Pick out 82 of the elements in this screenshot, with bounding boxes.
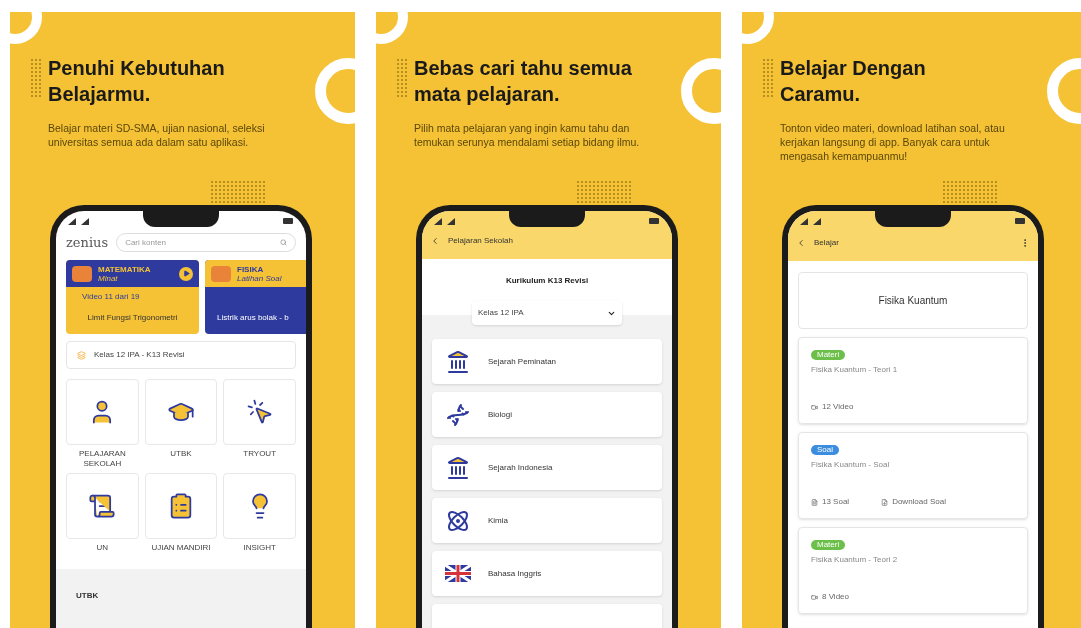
download-icon <box>881 498 889 506</box>
dna-icon <box>446 402 470 427</box>
subject-card[interactable]: Kimia <box>432 498 662 543</box>
lesson-tag: Materi <box>811 540 846 550</box>
lesson-card[interactable]: Soal Fisika Kuantum - Soal 13 Soal Download Soal <box>798 432 1028 519</box>
dot-pattern <box>30 58 42 98</box>
search-icon <box>280 239 287 246</box>
class-selector[interactable]: Kelas 12 IPA - K13 Revisi <box>66 341 296 369</box>
section-title: UTBK <box>76 591 99 600</box>
layers-icon <box>77 350 86 360</box>
header-title: Belajar <box>814 237 840 249</box>
app-logo: zenius <box>66 236 109 249</box>
banner-title: Listrik arus bolak - b <box>216 312 290 324</box>
subject-card[interactable]: Biologi <box>432 392 662 437</box>
battery-icon <box>1015 218 1026 224</box>
promo-description: Pilih mata pelajaran yang ingin kamu tahu dan temukan serunya mendalami setiap bidang ilmu. <box>414 121 641 149</box>
banner-subject: MATEMATIKA <box>98 264 152 274</box>
landmark-icon <box>446 455 470 480</box>
menu-tile[interactable] <box>223 473 296 539</box>
curriculum-title: Kurikulum K13 Revisi <box>505 275 589 287</box>
menu-label: UTBK <box>169 449 193 460</box>
play-icon <box>182 270 190 277</box>
lesson-card[interactable]: Materi Fisika Kuantum - Teori 2 8 Video <box>798 527 1028 614</box>
atom-icon <box>446 508 470 533</box>
lesson-tag: Materi <box>811 350 846 360</box>
lesson-meta: Download Soal <box>892 496 946 508</box>
dot-pattern <box>762 58 774 98</box>
subject-card[interactable]: Sejarah Indonesia <box>432 445 662 490</box>
dot-pattern <box>396 58 408 98</box>
promo-heading: Penuhi Kebutuhan Belajarmu. <box>48 56 226 107</box>
play-button[interactable] <box>179 266 193 281</box>
menu-label: TRYOUT <box>242 449 278 460</box>
promo-heading: Bebas cari tahu semua mata pelajaran. <box>414 56 633 107</box>
promo-description: Tonton video materi, download latihan soal, atau kerjakan langsung di app. Banyak cara untuk mengasah kemampuanmu! <box>780 121 1006 163</box>
banner-subject: FISIKA <box>237 264 265 274</box>
lesson-banner[interactable]: FISIKA Latihan Soal Listrik arus bolak - b <box>205 260 306 334</box>
back-icon[interactable] <box>430 236 440 246</box>
dot-pattern <box>576 180 632 204</box>
dot-pattern <box>942 180 998 204</box>
lesson-meta: 8 Video <box>822 591 849 603</box>
menu-tile[interactable] <box>66 379 139 445</box>
lesson-meta: 12 Video <box>822 401 854 413</box>
menu-label: UJIAN MANDIRI <box>150 543 212 554</box>
video-counter: Video 11 dari 19 <box>81 291 141 303</box>
battery-icon <box>649 218 660 224</box>
lesson-card[interactable]: Materi Fisika Kuantum - Teori 1 12 Video <box>798 337 1028 424</box>
lesson-banner[interactable]: MATEMATIKA Minat Video 11 dari 19 Limit Fungsi Trigonometri <box>66 260 199 334</box>
menu-tile[interactable] <box>144 379 218 445</box>
header-title: Pelajaran Sekolah <box>448 235 513 247</box>
banner-title: Limit Fungsi Trigonometri <box>86 312 179 324</box>
menu-label: UN <box>95 543 110 554</box>
subject-card[interactable]: Sejarah Peminatan <box>432 339 662 384</box>
lesson-title: Fisika Kuantum - Soal <box>811 459 891 471</box>
video-icon <box>811 593 818 601</box>
banner-tag: Latihan Soal <box>237 273 306 283</box>
document-icon <box>811 498 818 506</box>
lesson-title: Fisika Kuantum - Teori 2 <box>811 554 899 566</box>
menu-tile[interactable] <box>223 379 296 445</box>
banner-tag: Minat <box>98 273 173 283</box>
menu-label: INSIGHT <box>242 543 277 554</box>
subject-card[interactable]: Bahasa Inggris <box>432 551 662 596</box>
promo-heading: Belajar Dengan Caramu. <box>780 56 927 107</box>
dot-pattern <box>210 180 266 204</box>
signal-icon <box>434 217 458 225</box>
scroll-icon <box>88 492 117 520</box>
lesson-meta: 13 Soal <box>822 496 850 508</box>
menu-tile[interactable] <box>144 473 218 539</box>
lesson-tag: Soal <box>811 445 839 455</box>
video-icon <box>811 403 818 411</box>
flag-icon <box>445 565 471 582</box>
class-dropdown[interactable]: Kelas 12 IPA <box>472 301 622 325</box>
back-icon[interactable] <box>796 238 806 248</box>
topic-card: Fisika Kuantum <box>798 272 1028 329</box>
signal-icon <box>800 217 824 225</box>
lesson-title: Fisika Kuantum - Teori 1 <box>811 364 899 376</box>
promo-description: Belajar materi SD-SMA, ujian nasional, seleksi universitas semua ada dalam satu aplikasi. <box>48 121 266 149</box>
pointer-icon <box>245 398 274 426</box>
menu-tile[interactable] <box>66 473 139 539</box>
signal-icon <box>68 217 92 225</box>
menu-label: PELAJARAN SEKOLAH <box>78 449 127 470</box>
battery-icon <box>283 218 294 224</box>
landmark-icon <box>446 349 470 374</box>
